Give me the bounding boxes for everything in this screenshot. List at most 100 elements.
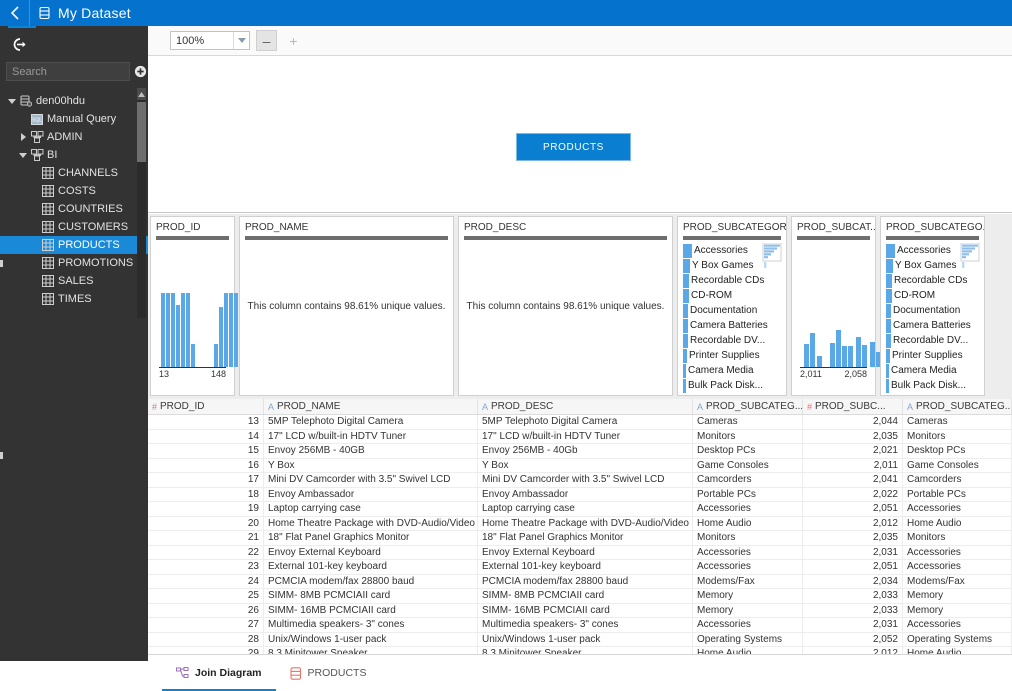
panel-resize-marker-top[interactable]: [0, 260, 3, 267]
profile-card-prod-id[interactable]: PROD_ID13148: [150, 216, 235, 396]
grid-column-header[interactable]: APROD_NAME: [264, 399, 478, 414]
sidebar-item-bi[interactable]: BI: [0, 146, 148, 164]
search-input[interactable]: [6, 62, 130, 81]
table-row[interactable]: 23External 101-key keyboardExternal 101-…: [148, 560, 1012, 575]
histogram-axis-labels: 2,0112,058: [800, 369, 867, 379]
sidebar-item-label: CUSTOMERS: [58, 221, 128, 233]
table-row[interactable]: 2118" Flat Panel Graphics Monitor18" Fla…: [148, 531, 1012, 546]
grid-column-label: PROD_ID: [160, 401, 204, 412]
table-row[interactable]: 15Envoy 256MB - 40GBEnvoy 256MB - 40GbDe…: [148, 444, 1012, 459]
sidebar-item-channels[interactable]: CHANNELS: [0, 164, 148, 182]
grid-column-header[interactable]: #PROD_ID: [148, 399, 264, 414]
sidebar-item-manual-query[interactable]: SQLManual Query: [0, 110, 148, 128]
zoom-out-button[interactable]: –: [256, 30, 277, 51]
value-list-item[interactable]: Recordable DV...: [886, 333, 979, 348]
panel-resize-marker-bottom[interactable]: [0, 452, 3, 459]
zoom-level-select[interactable]: 100%: [170, 31, 250, 50]
table-icon: [40, 203, 56, 215]
table-cell: Envoy 256MB - 40GB: [264, 444, 478, 458]
value-list-item[interactable]: Printer Supplies: [886, 348, 979, 363]
table-row[interactable]: 20Home Theatre Package with DVD-Audio/Vi…: [148, 517, 1012, 532]
grid-header-row: #PROD_IDAPROD_NAMEAPROD_DESCAPROD_SUBCAT…: [148, 399, 1012, 415]
value-list-item[interactable]: Bulk Pack Disk...: [683, 378, 781, 393]
sidebar-item-customers[interactable]: CUSTOMERS: [0, 218, 148, 236]
value-list-item[interactable]: Camera Batteries: [683, 318, 781, 333]
join-diagram-canvas[interactable]: PRODUCTS: [148, 56, 1012, 213]
left-sidebar: den00hduSQLManual QueryADMINBICHANNELSCO…: [0, 26, 148, 661]
sidebar-item-sales[interactable]: SALES: [0, 272, 148, 290]
tab-products[interactable]: PRODUCTS: [276, 655, 381, 691]
tree-scrollbar[interactable]: [137, 88, 146, 318]
table-row[interactable]: 24PCMCIA modem/fax 28800 baudPCMCIA mode…: [148, 575, 1012, 590]
sidebar-item-promotions[interactable]: PROMOTIONS: [0, 254, 148, 272]
table-row[interactable]: 16Y BoxY BoxGame Consoles2,011Game Conso…: [148, 459, 1012, 474]
sidebar-item-admin[interactable]: ADMIN: [0, 128, 148, 146]
table-row[interactable]: 22Envoy External KeyboardEnvoy External …: [148, 546, 1012, 561]
profile-card-prod-name[interactable]: PROD_NAMEThis column contains 98.61% uni…: [239, 216, 454, 396]
sidebar-item-times[interactable]: TIMES: [0, 290, 148, 308]
value-list-item[interactable]: Bulk Pack Disk...: [886, 378, 979, 393]
table-cell: SIMM- 8MB PCMCIAII card: [264, 589, 478, 603]
value-list-item[interactable]: Camera Batteries: [886, 318, 979, 333]
table-cell: Envoy Ambassador: [478, 488, 693, 502]
table-row[interactable]: 18Envoy AmbassadorEnvoy AmbassadorPortab…: [148, 488, 1012, 503]
histogram-bar: [229, 293, 233, 367]
table-row[interactable]: 1417" LCD w/built-in HDTV Tuner17" LCD w…: [148, 430, 1012, 445]
profile-card-prod-subcatego-[interactable]: PROD_SUBCATEGO...AccessoriesY Box GamesR…: [880, 216, 985, 396]
table-row[interactable]: 28Unix/Windows 1-user packUnix/Windows 1…: [148, 633, 1012, 648]
tab-join-diagram[interactable]: Join Diagram: [162, 655, 276, 691]
axis-min-label: 2,011: [800, 369, 822, 379]
zoom-in-button[interactable]: +: [283, 30, 304, 51]
schema-icon: [29, 149, 45, 161]
sidebar-item-products[interactable]: PRODUCTS: [0, 236, 148, 254]
value-label: Y Box Games: [692, 260, 754, 271]
back-button[interactable]: [0, 0, 30, 26]
value-list-item[interactable]: Recordable CDs: [886, 273, 979, 288]
table-row[interactable]: 25SIMM- 8MB PCMCIAII cardSIMM- 8MB PCMCI…: [148, 589, 1012, 604]
sidebar-item-den00hdu[interactable]: den00hdu: [0, 92, 148, 110]
title-bar: My Dataset: [0, 0, 1012, 26]
twisty-down-icon[interactable]: [6, 99, 18, 104]
table-row[interactable]: 17Mini DV Camcorder with 3.5" Swivel LCD…: [148, 473, 1012, 488]
twisty-down-icon[interactable]: [17, 153, 29, 158]
table-cell: Modems/Fax: [903, 575, 1012, 589]
profile-card-prod-subcat-[interactable]: PROD_SUBCAT...2,0112,058: [791, 216, 876, 396]
tree-scroll-thumb[interactable]: [137, 102, 146, 162]
table-cell: Desktop PCs: [903, 444, 1012, 458]
value-list-item[interactable]: Documentation: [886, 303, 979, 318]
table-icon: [40, 239, 56, 251]
twisty-right-icon[interactable]: [17, 133, 29, 141]
value-list-item[interactable]: Recordable DV...: [683, 333, 781, 348]
grid-column-header[interactable]: APROD_SUBCATEG...: [693, 399, 803, 414]
grid-column-header[interactable]: APROD_DESC: [478, 399, 693, 414]
grid-column-header[interactable]: APROD_SUBCATEG...: [903, 399, 1012, 414]
axis-max-label: 148: [211, 369, 226, 379]
table-red-icon: [290, 667, 302, 680]
grid-column-header[interactable]: #PROD_SUBC...: [803, 399, 903, 414]
sidebar-item-costs[interactable]: COSTS: [0, 182, 148, 200]
add-circle-icon[interactable]: [132, 65, 148, 78]
chevron-down-icon[interactable]: [233, 32, 249, 49]
value-list-item[interactable]: CD-ROM: [886, 288, 979, 303]
table-cell: Accessories: [693, 546, 803, 560]
value-list-item[interactable]: Camera Media: [886, 363, 979, 378]
table-row[interactable]: 135MP Telephoto Digital Camera5MP Teleph…: [148, 415, 1012, 430]
scroll-up-arrow[interactable]: [137, 88, 146, 100]
diagram-node-products[interactable]: PRODUCTS: [516, 133, 631, 161]
value-list-item[interactable]: Documentation: [683, 303, 781, 318]
value-list-item[interactable]: Recordable CDs: [683, 273, 781, 288]
profile-card-prod-desc[interactable]: PROD_DESCThis column contains 98.61% uni…: [458, 216, 673, 396]
table-row[interactable]: 26SIMM- 16MB PCMCIAII cardSIMM- 16MB PCM…: [148, 604, 1012, 619]
value-list-item[interactable]: Printer Supplies: [683, 348, 781, 363]
value-list-item[interactable]: Camera Media: [683, 363, 781, 378]
profile-card-prod-subcategory[interactable]: PROD_SUBCATEGORYAccessoriesY Box GamesRe…: [677, 216, 787, 396]
table-cell: 18" Flat Panel Graphics Monitor: [478, 531, 693, 545]
collapse-panel-icon[interactable]: [8, 34, 30, 54]
table-row[interactable]: 27Multimedia speakers- 3" conesMultimedi…: [148, 618, 1012, 633]
value-frequency-bar: [683, 319, 688, 333]
sidebar-item-countries[interactable]: COUNTRIES: [0, 200, 148, 218]
schema-icon: [29, 131, 45, 143]
table-row[interactable]: 19Laptop carrying caseLaptop carrying ca…: [148, 502, 1012, 517]
value-list-item[interactable]: CD-ROM: [683, 288, 781, 303]
value-label: Bulk Pack Disk...: [891, 380, 966, 391]
